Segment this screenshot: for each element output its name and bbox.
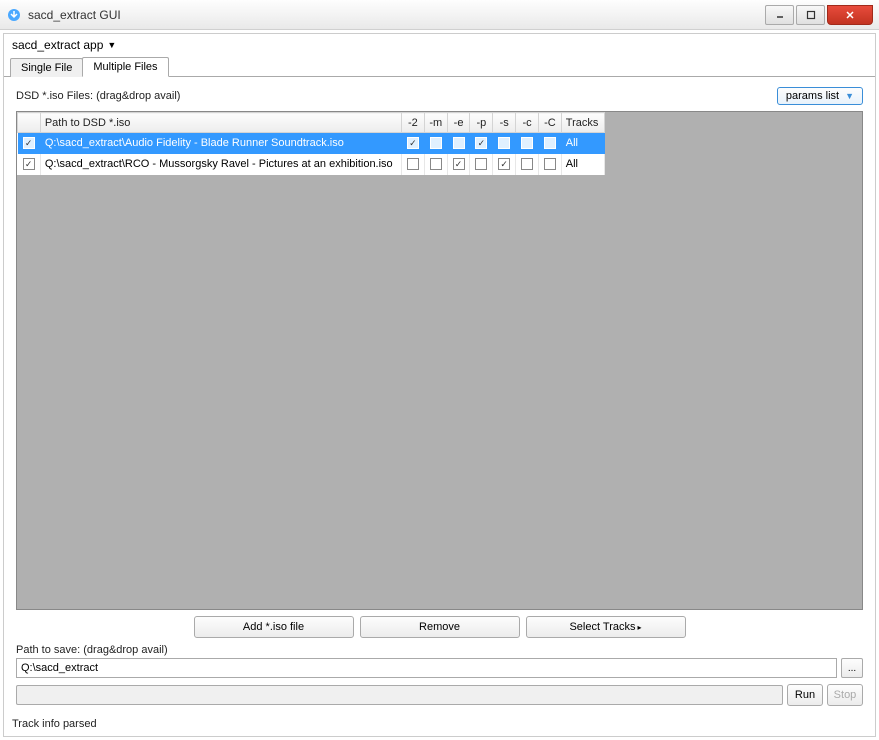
row-flag-fs[interactable] xyxy=(493,154,516,175)
select-tracks-button[interactable]: Select Tracks ▸ xyxy=(526,616,686,638)
save-path-input[interactable] xyxy=(16,658,837,678)
window-title: sacd_extract GUI xyxy=(28,8,765,22)
row-tracks: All xyxy=(561,154,604,175)
stop-button: Stop xyxy=(827,684,863,706)
row-enable-checkbox[interactable] xyxy=(18,154,41,175)
row-flag-f2[interactable] xyxy=(401,133,424,154)
row-flag-fC[interactable] xyxy=(538,133,561,154)
row-flag-fe[interactable] xyxy=(447,133,470,154)
tabs: Single File Multiple Files xyxy=(4,56,875,77)
tab-multiple-files[interactable]: Multiple Files xyxy=(82,57,168,77)
row-flag-fc[interactable] xyxy=(516,154,539,175)
row-flag-fp[interactable] xyxy=(470,133,493,154)
chevron-down-icon: ▼ xyxy=(845,91,854,101)
title-bar: sacd_extract GUI xyxy=(0,0,879,30)
row-flag-fs[interactable] xyxy=(493,133,516,154)
file-table: Path to DSD *.iso -2 -m -e -p -s -c -C T… xyxy=(17,112,605,175)
table-row[interactable]: Q:\sacd_extract\Audio Fidelity - Blade R… xyxy=(18,133,605,154)
close-button[interactable] xyxy=(827,5,873,25)
row-path: Q:\sacd_extract\RCO - Mussorgsky Ravel -… xyxy=(40,154,401,175)
row-flag-fe[interactable] xyxy=(447,154,470,175)
row-flag-fC[interactable] xyxy=(538,154,561,175)
row-flag-fm[interactable] xyxy=(424,133,447,154)
browse-button[interactable]: ... xyxy=(841,658,863,678)
params-list-button[interactable]: params list ▼ xyxy=(777,87,863,105)
col-C[interactable]: -C xyxy=(538,113,561,133)
row-tracks: All xyxy=(561,133,604,154)
remove-button[interactable]: Remove xyxy=(360,616,520,638)
dsd-files-label: DSD *.iso Files: (drag&drop avail) xyxy=(16,90,180,102)
minimize-button[interactable] xyxy=(765,5,794,25)
row-path: Q:\sacd_extract\Audio Fidelity - Blade R… xyxy=(40,133,401,154)
row-flag-fc[interactable] xyxy=(516,133,539,154)
tab-single-file[interactable]: Single File xyxy=(10,58,83,77)
run-button[interactable]: Run xyxy=(787,684,823,706)
row-flag-fm[interactable] xyxy=(424,154,447,175)
app-icon xyxy=(6,7,22,23)
col-check[interactable] xyxy=(18,113,41,133)
col-m[interactable]: -m xyxy=(424,113,447,133)
progress-bar xyxy=(16,685,783,705)
col-c[interactable]: -c xyxy=(516,113,539,133)
row-flag-f2[interactable] xyxy=(401,154,424,175)
row-enable-checkbox[interactable] xyxy=(18,133,41,154)
chevron-right-icon: ▸ xyxy=(638,623,642,632)
add-iso-button[interactable]: Add *.iso file xyxy=(194,616,354,638)
chevron-down-icon: ▼ xyxy=(107,40,116,50)
col-tracks[interactable]: Tracks xyxy=(561,113,604,133)
col-e[interactable]: -e xyxy=(447,113,470,133)
app-dropdown[interactable]: sacd_extract app ▼ xyxy=(4,34,875,56)
save-path-label: Path to save: (drag&drop avail) xyxy=(16,644,863,656)
col-p[interactable]: -p xyxy=(470,113,493,133)
file-list-panel: Path to DSD *.iso -2 -m -e -p -s -c -C T… xyxy=(16,111,863,610)
col-2[interactable]: -2 xyxy=(401,113,424,133)
col-path[interactable]: Path to DSD *.iso xyxy=(40,113,401,133)
row-flag-fp[interactable] xyxy=(470,154,493,175)
maximize-button[interactable] xyxy=(796,5,825,25)
table-row[interactable]: Q:\sacd_extract\RCO - Mussorgsky Ravel -… xyxy=(18,154,605,175)
app-dropdown-label: sacd_extract app xyxy=(12,38,103,52)
status-bar: Track info parsed xyxy=(4,716,875,736)
col-s[interactable]: -s xyxy=(493,113,516,133)
